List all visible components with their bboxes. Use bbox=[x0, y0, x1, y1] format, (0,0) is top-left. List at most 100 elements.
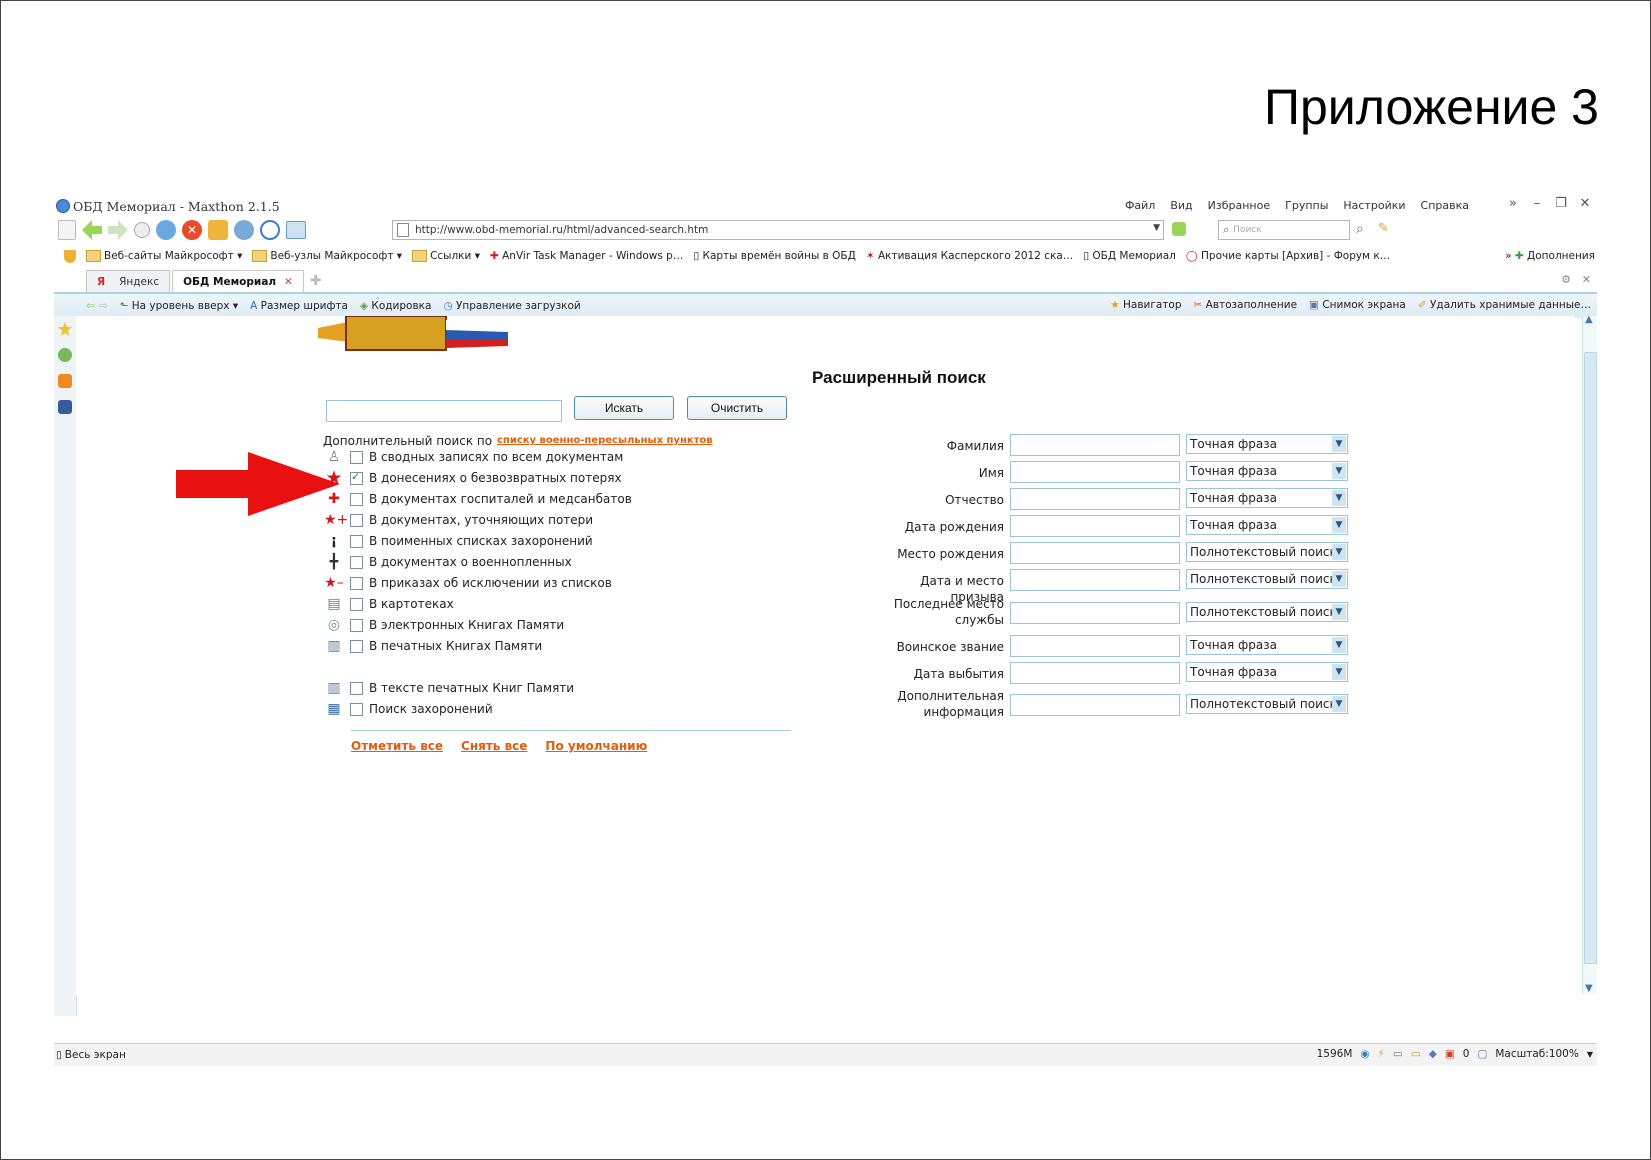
field-input[interactable] bbox=[1010, 515, 1180, 537]
tools-icon[interactable]: ◆ bbox=[1429, 1048, 1437, 1060]
home-icon[interactable] bbox=[208, 220, 228, 240]
checkbox-row[interactable]: ▥ В печатных Книгах Памяти bbox=[324, 636, 542, 656]
up-level-button[interactable]: ⬑ На уровень вверх ▾ bbox=[120, 300, 238, 312]
refresh-icon[interactable] bbox=[156, 220, 176, 240]
checkbox[interactable] bbox=[350, 576, 363, 590]
zoom-level[interactable]: Масштаб:100% bbox=[1495, 1048, 1578, 1060]
match-mode-select[interactable]: Полнотекстовый поиск ▼ bbox=[1186, 542, 1348, 562]
checkbox[interactable] bbox=[350, 702, 363, 716]
default-selection-link[interactable]: По умолчанию bbox=[545, 739, 647, 753]
scroll-thumb[interactable] bbox=[1584, 352, 1597, 964]
wrench-icon[interactable]: ⚙ bbox=[1561, 273, 1571, 286]
window-icon[interactable] bbox=[286, 221, 306, 239]
match-mode-select[interactable]: Полнотекстовый поиск ▼ bbox=[1186, 602, 1348, 622]
screenshot-button[interactable]: ▣ Снимок экрана bbox=[1309, 299, 1406, 311]
back-small-icon[interactable]: ⇦ bbox=[86, 300, 95, 312]
back-icon[interactable] bbox=[82, 220, 102, 240]
close-all-icon[interactable]: ✕ bbox=[1582, 273, 1591, 286]
undo-close-icon[interactable] bbox=[234, 220, 254, 240]
checkbox[interactable] bbox=[350, 492, 363, 506]
menu-help[interactable]: Справка bbox=[1421, 199, 1469, 212]
match-mode-select[interactable]: Точная фраза ▼ bbox=[1186, 488, 1348, 508]
scroll-up-icon[interactable]: ▲ bbox=[1585, 314, 1593, 325]
network-icon[interactable]: ◉ bbox=[1360, 1048, 1369, 1060]
print-icon[interactable]: ▭ bbox=[1393, 1048, 1403, 1060]
lightning-icon[interactable]: ⚡ bbox=[1378, 1048, 1385, 1060]
field-input[interactable] bbox=[1010, 662, 1180, 684]
checkbox-row[interactable]: ╋ В документах о военнопленных bbox=[324, 552, 572, 572]
extensions-button[interactable]: » ✚ Дополнения bbox=[1505, 250, 1595, 262]
clear-data-button[interactable]: ✐ Удалить хранимые данные… bbox=[1418, 299, 1591, 311]
menu-groups[interactable]: Группы bbox=[1285, 199, 1328, 212]
rss-icon[interactable] bbox=[58, 374, 72, 388]
expand-menu-icon[interactable]: » bbox=[1505, 196, 1521, 211]
checkbox[interactable] bbox=[350, 597, 363, 611]
bookmark-item[interactable]: ✶ Активация Касперского 2012 ска… bbox=[866, 250, 1073, 262]
checkbox-row[interactable]: ▦ Поиск захоронений bbox=[324, 699, 492, 719]
tab-obd-memorial[interactable]: ОБД Мемориал ✕ bbox=[172, 270, 304, 292]
fullscreen-label[interactable]: Весь экран bbox=[65, 1049, 126, 1061]
download-manager-button[interactable]: ◷ Управление загрузкой bbox=[443, 300, 580, 312]
checkbox-row[interactable]: ★ В донесениях о безвозвратных потерях bbox=[324, 467, 621, 489]
forward-small-icon[interactable]: ⇨ bbox=[99, 300, 108, 312]
stop-icon[interactable]: ✕ bbox=[182, 220, 202, 240]
bookmark-item[interactable]: ▯ Карты времён войны в ОБД bbox=[693, 250, 855, 262]
query-input[interactable] bbox=[326, 400, 562, 422]
contacts-icon[interactable] bbox=[58, 348, 72, 362]
field-input[interactable] bbox=[1010, 635, 1180, 657]
checkbox-row[interactable]: ★– В приказах об исключении из списков bbox=[324, 573, 612, 593]
search-box[interactable]: ⌕ Поиск bbox=[1218, 220, 1350, 240]
history-dropdown-icon[interactable] bbox=[134, 222, 150, 238]
forward-icon[interactable] bbox=[108, 220, 128, 240]
menu-file[interactable]: Файл bbox=[1125, 199, 1155, 212]
field-input[interactable] bbox=[1010, 569, 1180, 591]
field-input[interactable] bbox=[1010, 694, 1180, 716]
field-input[interactable] bbox=[1010, 542, 1180, 564]
bookmark-item[interactable]: Ссылки ▾ bbox=[412, 250, 480, 262]
checkbox-row[interactable]: ▤ В картотеках bbox=[324, 594, 453, 614]
checkbox[interactable] bbox=[350, 534, 363, 548]
restore-icon[interactable]: ❐ bbox=[1553, 196, 1569, 211]
bookmark-item[interactable]: ▯ ОБД Мемориал bbox=[1083, 250, 1176, 262]
match-mode-select[interactable]: Точная фраза ▼ bbox=[1186, 662, 1348, 682]
folder-icon[interactable]: ▭ bbox=[1411, 1048, 1421, 1060]
bookmark-item[interactable]: Веб-сайты Майкрософт ▾ bbox=[86, 250, 242, 262]
field-input[interactable] bbox=[1010, 602, 1180, 624]
search-button[interactable]: Искать bbox=[574, 396, 674, 420]
menu-favorites[interactable]: Избранное bbox=[1208, 199, 1270, 212]
field-input[interactable] bbox=[1010, 461, 1180, 483]
address-bar[interactable]: http://www.obd-memorial.ru/html/advanced… bbox=[392, 220, 1164, 240]
checkbox[interactable] bbox=[350, 681, 363, 695]
encoding-button[interactable]: ◈ Кодировка bbox=[360, 300, 431, 312]
match-mode-select[interactable]: Точная фраза ▼ bbox=[1186, 461, 1348, 481]
search-go-icon[interactable]: ⌕ bbox=[1356, 221, 1364, 237]
match-mode-select[interactable]: Точная фраза ▼ bbox=[1186, 635, 1348, 655]
chevron-down-icon[interactable]: ▼ bbox=[1587, 1050, 1593, 1059]
minimize-icon[interactable]: – bbox=[1529, 196, 1545, 211]
checkbox-row[interactable]: ♙ В сводных записях по всем документам bbox=[324, 447, 624, 467]
checkbox[interactable] bbox=[350, 450, 363, 464]
font-size-button[interactable]: A Размер шрифта bbox=[250, 300, 348, 312]
checkbox-row[interactable]: ✚ В документах госпиталей и медсанбатов bbox=[324, 489, 632, 509]
menu-view[interactable]: Вид bbox=[1170, 199, 1192, 212]
clear-button[interactable]: Очистить bbox=[687, 396, 787, 420]
checkbox[interactable] bbox=[350, 513, 363, 527]
checkbox-row[interactable]: ¡ В поименных списках захоронений bbox=[324, 531, 593, 551]
match-mode-select[interactable]: Точная фраза ▼ bbox=[1186, 515, 1348, 535]
favorites-star-icon[interactable] bbox=[58, 322, 72, 336]
clock-icon[interactable] bbox=[260, 220, 280, 240]
popup-blocker-icon[interactable]: ▣ bbox=[1445, 1048, 1455, 1060]
field-input[interactable] bbox=[1010, 434, 1180, 456]
transit-points-link[interactable]: списку военно-пересыльных пунктов bbox=[497, 435, 713, 446]
close-tab-icon[interactable]: ✕ bbox=[284, 276, 293, 288]
navigator-button[interactable]: ★ Навигатор bbox=[1110, 299, 1181, 311]
checkbox[interactable] bbox=[350, 639, 363, 653]
match-mode-select[interactable]: Полнотекстовый поиск ▼ bbox=[1186, 569, 1348, 589]
checkbox-row[interactable]: ◎ В электронных Книгах Памяти bbox=[324, 615, 564, 635]
highlight-icon[interactable]: ✎ bbox=[1378, 221, 1389, 236]
bookmark-item[interactable]: Веб-узлы Майкрософт ▾ bbox=[252, 250, 402, 262]
checkbox-row[interactable]: ▥ В тексте печатных Книг Памяти bbox=[324, 678, 574, 698]
chevron-down-icon[interactable]: ▼ bbox=[1153, 223, 1160, 233]
bookmark-item[interactable]: ✚ AnVir Task Manager - Windows p… bbox=[490, 250, 683, 262]
menu-settings[interactable]: Настройки bbox=[1343, 199, 1405, 212]
